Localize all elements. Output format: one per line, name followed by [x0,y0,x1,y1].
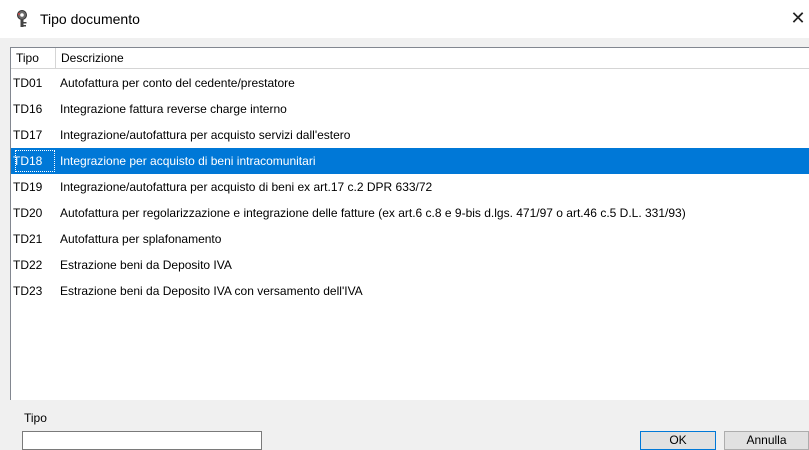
close-icon[interactable]: ✕ [787,6,809,30]
list-row[interactable]: TD20 Autofattura per regolarizzazione e i… [11,200,809,226]
column-header-descrizione[interactable]: Descrizione [56,48,809,68]
list-row[interactable]: TD18 Integrazione per acquisto di beni in… [11,148,809,174]
row-description: Estrazione beni da Deposito IVA [60,258,232,272]
row-description: Integrazione/autofattura per acquisto di… [60,180,433,194]
list-row[interactable]: TD01 Autofattura per conto del cedente/pr… [11,70,809,96]
row-description: Estrazione beni da Deposito IVA con vers… [60,284,363,298]
key-lock-icon [14,10,30,28]
row-description: Autofattura per regolarizzazione e integ… [60,206,686,220]
list-header: Tipo Descrizione [11,48,809,69]
row-code: TD22 [13,258,43,272]
list-row[interactable]: TD16 Integrazione fattura reverse charge … [11,96,809,122]
row-description: Integrazione/autofattura per acquisto se… [60,128,351,142]
tipo-input[interactable] [22,431,262,450]
row-code: TD23 [13,284,43,298]
list-row[interactable]: TD19 Integrazione/autofattura per acquist… [11,174,809,200]
row-code: TD20 [13,206,43,220]
list-row[interactable]: TD17 Integrazione/autofattura per acquist… [11,122,809,148]
row-description: Integrazione fattura reverse charge inte… [60,102,287,116]
cancel-button[interactable]: Annulla [724,431,809,450]
list-row[interactable]: TD23 Estrazione beni da Deposito IVA con … [11,278,809,304]
row-description: Autofattura per conto del cedente/presta… [60,76,295,90]
row-code: TD18 [13,148,57,174]
row-description: Integrazione per acquisto di beni intrac… [60,154,316,168]
row-code: TD17 [13,128,43,142]
ok-button[interactable]: OK [640,431,716,450]
row-code: TD21 [13,232,43,246]
tipo-label: Tipo [24,411,47,425]
row-code: TD19 [13,180,43,194]
document-type-list[interactable]: Tipo Descrizione TD01 Autofattura per con… [10,47,809,400]
window-title: Tipo documento [40,11,140,27]
list-row[interactable]: TD21 Autofattura per splafonamento [11,226,809,252]
row-code: TD01 [13,76,43,90]
row-description: Autofattura per splafonamento [60,232,222,246]
list-row[interactable]: TD22 Estrazione beni da Deposito IVA [11,252,809,278]
title-bar: Tipo documento ✕ [0,0,809,38]
column-header-tipo[interactable]: Tipo [11,48,56,68]
row-code: TD16 [13,102,43,116]
